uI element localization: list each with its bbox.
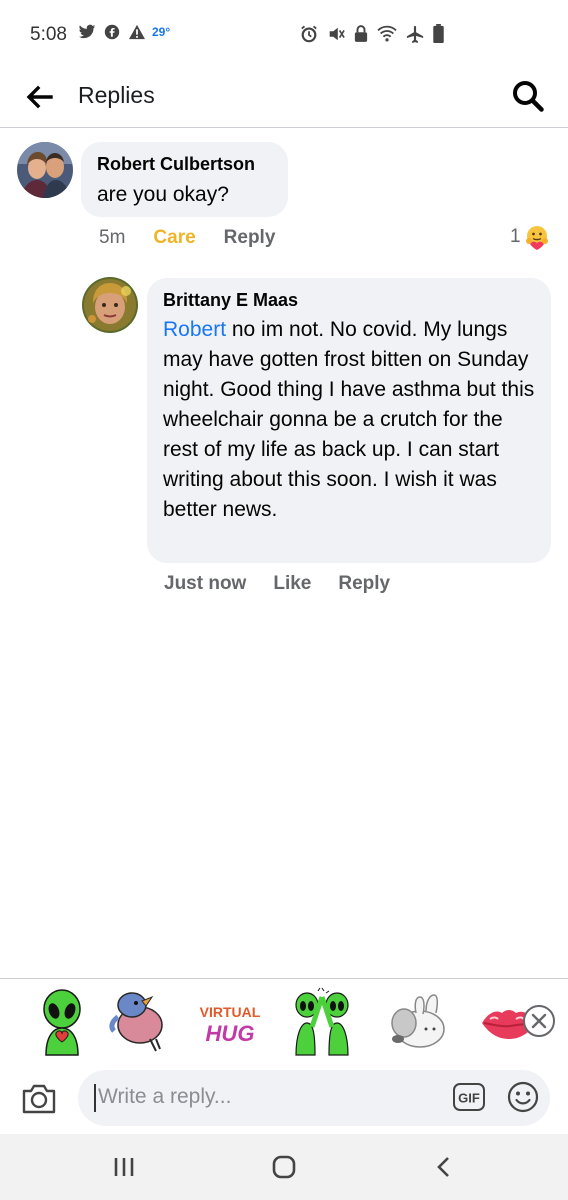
status-temperature: 29° [152, 25, 171, 39]
status-right-icons [300, 24, 444, 43]
emoji-icon [507, 1081, 539, 1113]
back-icon [437, 1157, 449, 1177]
reply-text-block: Robert no im not. No covid. My lungs may… [163, 315, 541, 525]
close-icon [523, 1005, 555, 1037]
reply-text: no im not. No covid. My lungs may have g… [163, 318, 535, 521]
recents-icon [114, 1158, 134, 1176]
virtual-hug-sticker[interactable]: VIRTUAL HUG [198, 987, 262, 1057]
twitter-icon [78, 24, 96, 39]
comment-bubble: Robert Culbertson are you okay? [81, 142, 288, 217]
comment-text: are you okay? [97, 183, 229, 206]
facebook-icon [104, 24, 120, 40]
status-bar: 5:08 29° [0, 0, 568, 70]
hug-text: HUG [206, 1021, 255, 1046]
reaction-count: 1 [510, 226, 521, 247]
comment-actions: 5m Care Reply [99, 227, 275, 249]
arrow-left-icon [26, 85, 53, 109]
page-title: Replies [78, 82, 155, 108]
alien-high-five-sticker[interactable] [290, 987, 354, 1057]
reply-bubble: Brittany E Maas Robert no im not. No cov… [147, 278, 551, 563]
sticker-bar: VIRTUAL HUG [0, 978, 568, 1064]
bunny-hug-sticker[interactable] [386, 987, 450, 1057]
camera-button[interactable] [20, 1082, 58, 1116]
battery-icon [433, 24, 444, 43]
system-nav-bar [0, 1134, 568, 1200]
header: Replies [0, 70, 568, 128]
emoji-button[interactable] [506, 1080, 540, 1114]
back-button[interactable] [22, 80, 56, 114]
mention-link[interactable]: Robert [163, 318, 226, 341]
home-icon [272, 1155, 296, 1179]
avatar-robert[interactable] [17, 142, 73, 198]
reply-button[interactable]: Reply [224, 227, 276, 249]
wifi-icon [377, 25, 397, 41]
search-icon [513, 81, 544, 112]
alarm-icon [301, 25, 317, 42]
search-button[interactable] [510, 78, 548, 116]
recents-button[interactable] [104, 1152, 144, 1182]
virtual-text: VIRTUAL [200, 1004, 261, 1020]
avatar-brittany[interactable] [82, 277, 138, 333]
warning-icon [129, 24, 145, 40]
camera-icon [22, 1084, 56, 1114]
reaction-summary[interactable]: 1 [510, 224, 550, 250]
reply-actions: Just now Like Reply [164, 573, 390, 595]
airplane-icon [406, 25, 424, 43]
lock-icon [354, 24, 368, 42]
status-time: 5:08 [30, 24, 67, 45]
reply-to-reply-button[interactable]: Reply [338, 573, 390, 595]
gif-button[interactable]: GIF [452, 1082, 486, 1112]
gif-label: GIF [458, 1091, 480, 1106]
mute-icon [329, 27, 345, 40]
status-left-icons: 29° [78, 24, 170, 40]
alien-heart-sticker[interactable] [30, 987, 94, 1057]
like-button[interactable]: Like [273, 573, 311, 595]
text-caret [94, 1084, 96, 1112]
bird-sticker[interactable] [108, 987, 172, 1057]
reply-input-placeholder: Write a reply... [98, 1085, 232, 1108]
reply-author[interactable]: Brittany E Maas [163, 290, 298, 311]
reply-time: Just now [164, 573, 247, 594]
comment-author[interactable]: Robert Culbertson [97, 154, 255, 175]
nav-back-button[interactable] [424, 1152, 464, 1182]
home-button[interactable] [264, 1152, 304, 1182]
close-stickers-button[interactable] [522, 1004, 556, 1038]
care-reaction-button[interactable]: Care [153, 227, 195, 249]
care-emoji-icon [525, 226, 548, 250]
comment-time: 5m [99, 227, 126, 248]
